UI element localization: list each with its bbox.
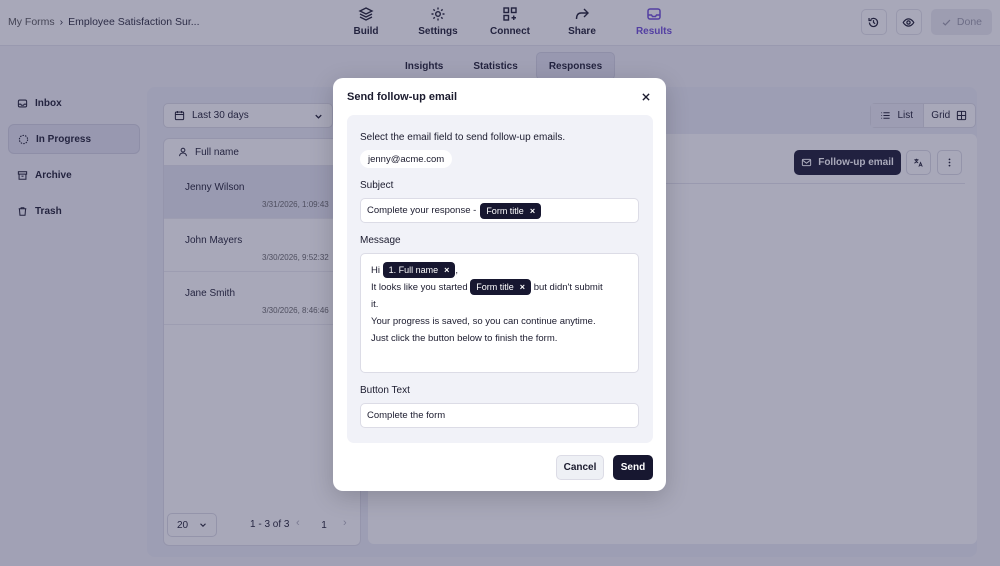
follow-up-email-dialog: Send follow-up email Select the email fi… xyxy=(333,78,666,491)
button-text-value: Complete the form xyxy=(367,410,446,421)
message-text: but didn't submit xyxy=(533,282,603,293)
message-line: it. xyxy=(371,299,379,310)
subject-input[interactable]: Complete your response - Form title × xyxy=(360,198,639,223)
remove-tag-icon[interactable]: × xyxy=(444,262,449,279)
remove-tag-icon[interactable]: × xyxy=(520,279,525,296)
message-line: It looks like you started Form title × b… xyxy=(371,279,628,296)
message-text: , xyxy=(455,265,459,276)
button-text-label: Button Text xyxy=(360,385,410,396)
subject-label: Subject xyxy=(360,180,394,191)
message-line: Your progress is saved, so you can conti… xyxy=(371,316,596,327)
close-button[interactable] xyxy=(639,90,653,104)
message-line: Hi 1. Full name × , xyxy=(371,262,628,279)
cancel-button[interactable]: Cancel xyxy=(556,455,604,480)
tag-label: Form title xyxy=(486,205,524,216)
tag-label: Form title xyxy=(476,281,514,292)
dialog-body: Select the email field to send follow-up… xyxy=(347,115,653,443)
dialog-title: Send follow-up email xyxy=(347,91,458,103)
message-line: Just click the button below to finish th… xyxy=(371,333,558,344)
remove-tag-icon[interactable]: × xyxy=(530,206,535,216)
message-label: Message xyxy=(360,235,401,246)
full-name-tag: 1. Full name × xyxy=(382,262,456,279)
subject-text: Complete your response - xyxy=(367,205,477,216)
message-text: Hi xyxy=(371,265,380,276)
form-title-tag: Form title × xyxy=(470,279,532,296)
send-button[interactable]: Send xyxy=(613,455,653,480)
subject-form-title-tag: Form title × xyxy=(480,202,542,219)
button-text-input[interactable]: Complete the form xyxy=(360,403,639,428)
email-field-chip[interactable]: jenny@acme.com xyxy=(360,150,453,168)
email-field-hint: Select the email field to send follow-up… xyxy=(360,132,566,143)
tag-label: 1. Full name xyxy=(388,264,439,275)
message-text: It looks like you started xyxy=(371,282,468,293)
message-editor[interactable]: Hi 1. Full name × , It looks like you st… xyxy=(360,253,639,373)
close-icon xyxy=(642,93,650,101)
